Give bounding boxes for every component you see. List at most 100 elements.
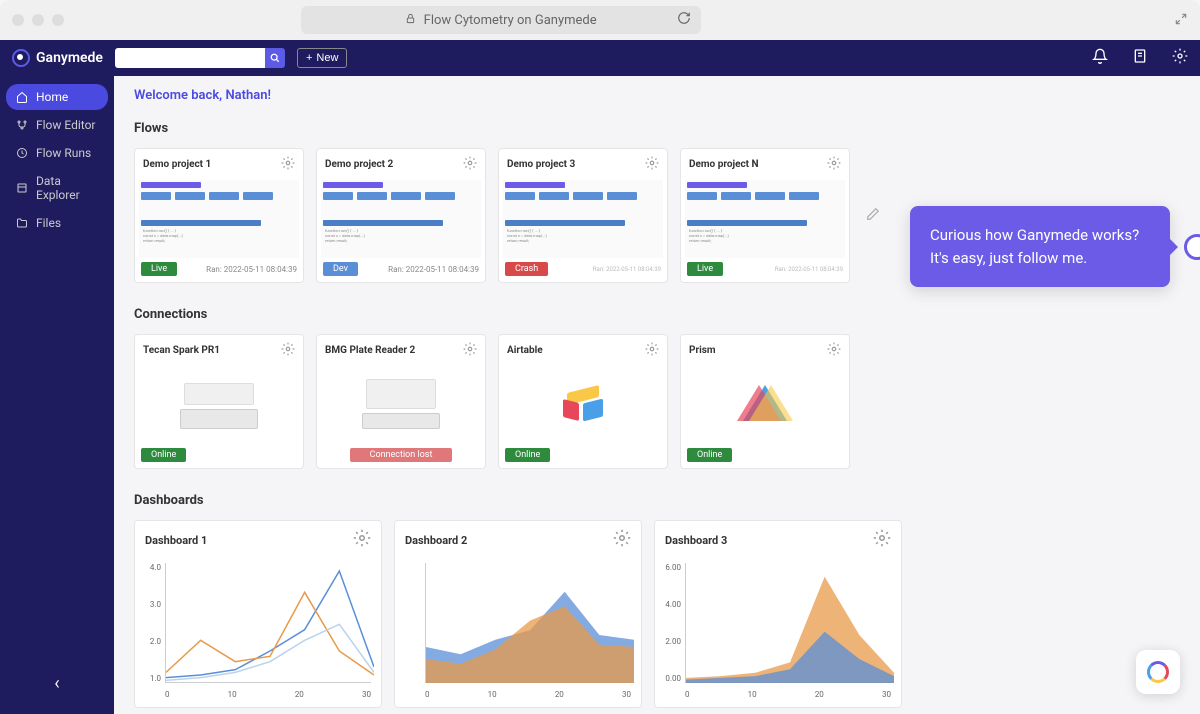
- x-axis: 0102030: [685, 690, 891, 699]
- section-title: Dashboards: [134, 493, 1180, 508]
- dashboard-title: Dashboard 1: [145, 534, 207, 547]
- connection-card[interactable]: BMG Plate Reader 2 Connection lost: [316, 334, 486, 469]
- gear-icon[interactable]: [463, 341, 477, 360]
- logo[interactable]: Ganymede: [12, 49, 103, 67]
- home-icon: [16, 91, 28, 103]
- status-badge: Dev: [323, 262, 358, 276]
- sidebar-item-label: Data Explorer: [36, 174, 98, 202]
- dashboard-title: Dashboard 2: [405, 534, 467, 547]
- flow-preview: function run() { ... }const x = data.map…: [503, 180, 663, 258]
- ran-timestamp: Ran: 2022-05-11 08:04:39: [593, 266, 661, 273]
- sidebar-item-label: Flow Runs: [36, 146, 91, 160]
- gear-icon[interactable]: [827, 155, 841, 174]
- settings-icon[interactable]: [1172, 48, 1188, 68]
- flow-card[interactable]: Demo project 2 function run() { ... }con…: [316, 148, 486, 283]
- flow-card[interactable]: Demo project N function run() { ... }con…: [680, 148, 850, 283]
- document-icon[interactable]: [1132, 48, 1148, 68]
- page-title: Flow Cytometry on Ganymede: [424, 13, 597, 28]
- close-window-icon[interactable]: [12, 14, 24, 26]
- flow-preview: function run() { ... }const x = data.map…: [685, 180, 845, 258]
- onboarding-tooltip[interactable]: Curious how Ganymede works? It's easy, j…: [910, 206, 1170, 287]
- connection-icon: [499, 366, 667, 444]
- flow-preview: function run() { ... }const x = data.map…: [321, 180, 481, 258]
- gear-icon[interactable]: [827, 341, 841, 360]
- maximize-window-icon[interactable]: [52, 14, 64, 26]
- url-bar[interactable]: Flow Cytometry on Ganymede: [301, 6, 701, 34]
- connection-icon: [317, 366, 485, 444]
- status-badge: Online: [141, 448, 186, 462]
- gear-icon[interactable]: [613, 529, 631, 551]
- sidebar-collapse-button[interactable]: ‹: [6, 661, 108, 706]
- ran-timestamp: Ran: 2022-05-11 08:04:39: [206, 265, 297, 274]
- ran-timestamp: Ran: 2022-05-11 08:04:39: [775, 266, 843, 273]
- sidebar-item-label: Flow Editor: [36, 118, 96, 132]
- dashboard-card[interactable]: Dashboard 2 0102030: [394, 520, 642, 708]
- flow-card[interactable]: Demo project 1 function run() { ... }con…: [134, 148, 304, 283]
- dashboard-card[interactable]: Dashboard 1 4.03.02.01.0 0102030: [134, 520, 382, 708]
- dashboard-chart: 6.004.002.000.00 0102030: [655, 559, 901, 699]
- folder-icon: [16, 217, 28, 229]
- bell-icon[interactable]: [1092, 48, 1108, 68]
- flow-title: Demo project N: [689, 159, 759, 170]
- flow-title: Demo project 1: [143, 159, 211, 170]
- flow-title: Demo project 2: [325, 159, 393, 170]
- tooltip-text: Curious how Ganymede works? It's easy, j…: [930, 226, 1139, 267]
- help-icon: [1147, 661, 1169, 683]
- flow-title: Demo project 3: [507, 159, 575, 170]
- help-widget[interactable]: [1136, 650, 1180, 694]
- logo-icon: [12, 49, 30, 67]
- sidebar-item-home[interactable]: Home: [6, 84, 108, 110]
- dashboard-card[interactable]: Dashboard 3 6.004.002.000.00 0102030: [654, 520, 902, 708]
- gear-icon[interactable]: [281, 155, 295, 174]
- connection-card[interactable]: Airtable Online: [498, 334, 668, 469]
- status-badge: Online: [505, 448, 550, 462]
- section-title: Flows: [134, 121, 1180, 136]
- sidebar-item-data-explorer[interactable]: Data Explorer: [6, 168, 108, 208]
- header-actions: [1092, 48, 1188, 68]
- dashboard-chart: 0102030: [395, 559, 641, 699]
- connection-icon: [681, 366, 849, 444]
- sidebar-item-flow-runs[interactable]: Flow Runs: [6, 140, 108, 166]
- y-axis: 6.004.002.000.00: [661, 563, 681, 683]
- edit-icon[interactable]: [866, 206, 880, 225]
- search-button[interactable]: [265, 48, 285, 68]
- lock-icon: [405, 13, 416, 28]
- status-badge: Live: [687, 262, 723, 276]
- status-badge: Online: [687, 448, 732, 462]
- gear-icon[interactable]: [873, 529, 891, 551]
- sidebar-item-files[interactable]: Files: [6, 210, 108, 236]
- window-controls: [12, 14, 64, 26]
- gear-icon[interactable]: [645, 341, 659, 360]
- gear-icon[interactable]: [353, 529, 371, 551]
- new-button[interactable]: + New: [297, 48, 347, 68]
- sidebar: Home Flow Editor Flow Runs Data Explorer…: [0, 76, 114, 714]
- connection-card[interactable]: Prism Online: [680, 334, 850, 469]
- x-axis: 0102030: [165, 690, 371, 699]
- app-name: Ganymede: [36, 50, 103, 66]
- new-button-label: New: [316, 52, 338, 64]
- sidebar-item-flow-editor[interactable]: Flow Editor: [6, 112, 108, 138]
- welcome-message: Welcome back, Nathan!: [134, 88, 1180, 103]
- connections-section: Connections Tecan Spark PR1 Online BMG P…: [134, 307, 1180, 469]
- expand-icon[interactable]: [1174, 11, 1188, 30]
- tooltip-target-icon[interactable]: [1184, 234, 1200, 260]
- flow-card[interactable]: Demo project 3 function run() { ... }con…: [498, 148, 668, 283]
- reload-icon[interactable]: [677, 11, 691, 29]
- status-badge: Crash: [505, 262, 548, 276]
- gear-icon[interactable]: [645, 155, 659, 174]
- connection-card[interactable]: Tecan Spark PR1 Online: [134, 334, 304, 469]
- status-badge: Live: [141, 262, 177, 276]
- status-badge: Connection lost: [350, 448, 453, 462]
- dashboard-title: Dashboard 3: [665, 534, 727, 547]
- dashboards-section: Dashboards Dashboard 1 4.03.02.01.0 0102…: [134, 493, 1180, 708]
- search-input[interactable]: [115, 48, 265, 68]
- y-axis: [401, 563, 421, 683]
- gear-icon[interactable]: [281, 341, 295, 360]
- search-wrap: [115, 48, 285, 68]
- connection-title: Airtable: [507, 345, 543, 356]
- minimize-window-icon[interactable]: [32, 14, 44, 26]
- connection-icon: [135, 366, 303, 444]
- gear-icon[interactable]: [463, 155, 477, 174]
- search-icon: [270, 53, 280, 63]
- ran-timestamp: Ran: 2022-05-11 08:04:39: [388, 265, 479, 274]
